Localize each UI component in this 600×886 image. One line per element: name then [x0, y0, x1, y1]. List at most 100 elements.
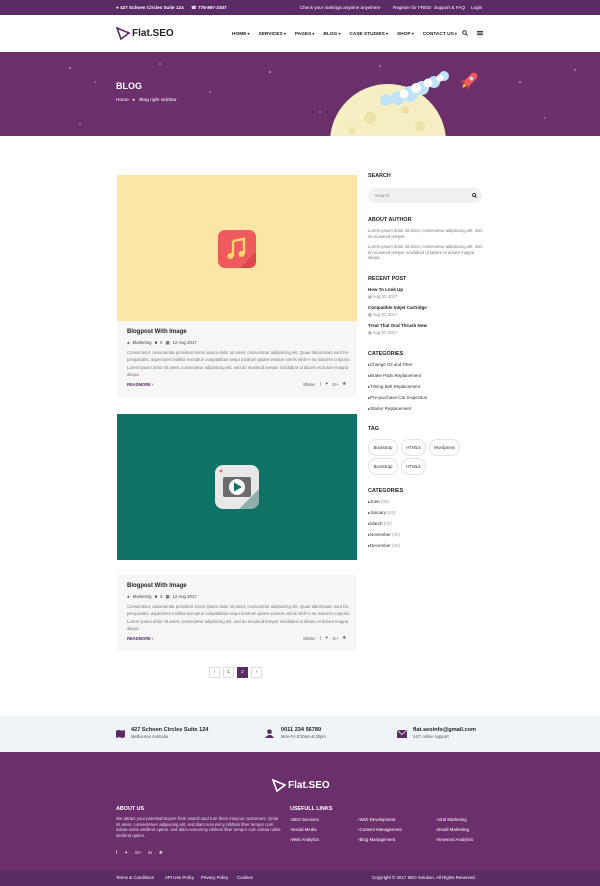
hero-illustration	[69, 63, 576, 136]
footer-link[interactable]: Social Media	[290, 827, 316, 832]
breadcrumb-current: Blog right sidebar	[139, 98, 177, 103]
pagination-page[interactable]: 1	[223, 667, 234, 678]
post-meta: ● Marketing ■ 5 ▦ 12 Aug 2017	[127, 594, 197, 600]
category-link[interactable]: Starter Replacement	[368, 406, 411, 411]
nav-case-studies[interactable]: CASE STUDIES	[349, 31, 388, 37]
pinterest-icon[interactable]: ❋	[342, 635, 346, 641]
footer-link[interactable]: Email Marketing	[436, 827, 468, 832]
post-title[interactable]: Blogpost With Image	[127, 583, 187, 589]
page-hero	[0, 52, 600, 136]
nav-blog[interactable]: BLOG	[323, 31, 340, 37]
category-link[interactable]: Brake Pads Replacement	[368, 373, 421, 378]
facebook-icon[interactable]: f	[320, 636, 321, 641]
archive-link[interactable]: December (02)	[368, 543, 400, 548]
footer-link[interactable]: Blog Management	[358, 837, 395, 842]
about-text: Lorem ipsum dolor sit amet, consectetur …	[368, 228, 482, 239]
post-category[interactable]: Marketing	[133, 340, 152, 346]
sidebar-archive-title: CATEGORIES	[368, 488, 404, 494]
pinterest-icon[interactable]: ❋	[159, 850, 163, 856]
archive-link[interactable]: January (02)	[368, 510, 395, 515]
nav-shop[interactable]: SHOP	[397, 31, 414, 37]
contact-phone-sub: Mon-Fri 8:30am-6:30pm	[281, 734, 326, 739]
sidebar-tag-title: TAG	[368, 426, 379, 432]
main-nav: HOME SERVICES PAGES BLOG CASE STUDIES SH…	[232, 31, 466, 37]
breadcrumb-home[interactable]: Home	[116, 98, 129, 103]
category-link[interactable]: Pre-purchase Car Inspection	[368, 395, 427, 400]
tag-chip[interactable]: HTML5	[401, 458, 426, 475]
nav-home[interactable]: HOME	[232, 31, 250, 37]
archive-link[interactable]: March (02)	[368, 521, 392, 526]
nav-pages[interactable]: PAGES	[295, 31, 315, 37]
post-title[interactable]: Blogpost With Image	[127, 329, 187, 335]
linkedin-icon[interactable]: in	[148, 850, 152, 856]
tag-chip[interactable]: HTML5	[401, 439, 426, 456]
google-plus-icon[interactable]: G+	[332, 636, 338, 641]
footer-link[interactable]: Viral Marketing	[436, 817, 466, 822]
twitter-icon[interactable]: ✦	[325, 381, 329, 387]
sidebar-recent-title: RECENT POST	[368, 276, 407, 282]
about-text: Lorem ipsum dolor sit amet, consectetur …	[368, 244, 482, 261]
post-image[interactable]	[117, 414, 357, 560]
footer-link[interactable]: Web Development	[358, 817, 395, 822]
search-icon[interactable]	[462, 30, 468, 36]
readmore-link[interactable]: READMORE ›	[127, 382, 153, 387]
pagination-page-active[interactable]: 2	[237, 667, 248, 678]
category-link[interactable]: Timing Belt Replacement	[368, 384, 420, 389]
footer-link[interactable]: SEO Services	[290, 817, 318, 822]
twitter-icon[interactable]: ✦	[124, 850, 128, 856]
topbar-register-link[interactable]: Register for FREE!	[393, 5, 432, 10]
pagination: ‹ 1 2 ›	[209, 667, 262, 678]
readmore-link[interactable]: READMORE ›	[127, 636, 153, 641]
sidebar-search-input[interactable]: Search	[368, 188, 482, 203]
facebook-icon[interactable]: f	[320, 382, 321, 387]
category-link[interactable]: Change Oil and Filter	[368, 362, 413, 367]
archive-link[interactable]: November (02)	[368, 532, 400, 537]
menu-icon[interactable]	[477, 30, 483, 36]
search-icon[interactable]	[472, 193, 477, 198]
nav-contact[interactable]: CONTACT US	[423, 31, 457, 37]
post-image[interactable]	[117, 175, 357, 321]
recent-post-link[interactable]: Compatible Inkjet Cartridge	[368, 305, 427, 310]
tag-chip[interactable]: Bootstrap	[368, 458, 398, 475]
tag-chip[interactable]: Bootstrap	[368, 439, 398, 456]
topbar-login-link[interactable]: Login	[471, 5, 482, 10]
footer-link[interactable]: Content Management	[358, 827, 401, 832]
pinterest-icon[interactable]: ❋	[342, 381, 346, 387]
sidebar-about-title: ABOUT AUTHOR	[368, 217, 412, 223]
recent-post-date: ▦ Aug 20, 2017	[368, 312, 398, 317]
calendar-icon: ▦	[165, 594, 170, 599]
pagination-next[interactable]: ›	[251, 667, 262, 678]
topbar-support-link[interactable]: Support & FAQ	[434, 5, 465, 10]
breadcrumb: Home ▸ Blog right sidebar	[116, 98, 177, 103]
tag-chip[interactable]: Wordpress	[429, 439, 460, 456]
google-plus-icon[interactable]: G+	[135, 850, 141, 856]
footer-bottom-link[interactable]: Cookies	[237, 875, 253, 880]
footer-link[interactable]: Keyword Analytics	[436, 837, 473, 842]
recent-post-link[interactable]: Treat That Oral Thrush Now	[368, 323, 427, 328]
envelope-icon	[397, 730, 407, 738]
twitter-icon[interactable]: ✦	[325, 635, 329, 641]
footer-bottom-link[interactable]: Privacy Policy	[201, 875, 228, 880]
recent-post-link[interactable]: How To Look Up	[368, 287, 403, 292]
nav-services[interactable]: SERVICES	[259, 31, 286, 37]
post-comments: 5	[160, 340, 163, 345]
footer-social: f ✦ G+ in ❋	[116, 850, 163, 856]
site-logo[interactable]: Flat.SEO	[116, 24, 174, 42]
contact-email[interactable]: flat.seoinfo@gmail.com	[413, 727, 476, 733]
footer-link[interactable]: Web Analytics	[290, 837, 319, 842]
post-category[interactable]: Marketing	[133, 594, 152, 600]
contact-email-sub: 24/7 online support	[413, 734, 449, 739]
footer-bottom-link[interactable]: API Use Policy	[165, 875, 194, 880]
facebook-icon[interactable]: f	[116, 850, 117, 856]
google-plus-icon[interactable]: G+	[332, 382, 338, 387]
topbar-address: ● 427 Schoen Circles Suite 124	[116, 4, 184, 10]
footer-bottom-bar	[0, 870, 600, 886]
footer-bottom-link[interactable]: Terms & Conditions	[116, 875, 154, 880]
footer-logo[interactable]: Flat.SEO	[272, 778, 330, 792]
logo-icon	[116, 26, 130, 40]
contact-address-sub: Melbourne Australia	[131, 734, 169, 739]
archive-link[interactable]: June (02)	[368, 499, 389, 504]
pagination-prev[interactable]: ‹	[209, 667, 220, 678]
share-bar: Share: f ✦ G+ ❋	[303, 635, 346, 641]
post-meta: ● Marketing ■ 5 ▦ 12 Aug 2017	[127, 340, 197, 346]
